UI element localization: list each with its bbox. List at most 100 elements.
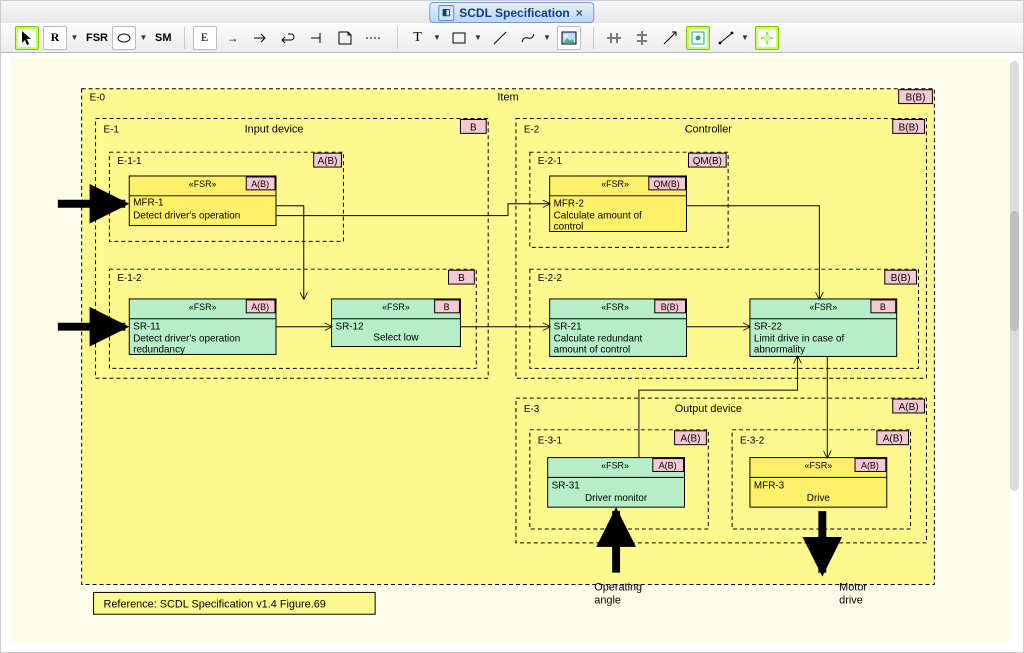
diagram-svg: E-0 Item B(B) E-1 Input device B E-1-1 A… bbox=[11, 57, 1009, 642]
text-tool[interactable]: T bbox=[406, 26, 430, 50]
container-e1-badge: B bbox=[460, 119, 486, 133]
svg-text:SR-31: SR-31 bbox=[552, 480, 581, 491]
container-e22-id: E-2-2 bbox=[538, 273, 563, 284]
block-sr31[interactable]: A(B) «FSR» SR-31 Driver monitor bbox=[548, 458, 685, 508]
layout-toggle[interactable] bbox=[755, 26, 779, 50]
scrollbar[interactable] bbox=[1010, 61, 1019, 491]
svg-text:«FSR»: «FSR» bbox=[601, 179, 629, 189]
container-e0-badge: B(B) bbox=[899, 90, 933, 104]
svg-text:B: B bbox=[444, 302, 450, 312]
svg-text:A(B): A(B) bbox=[659, 460, 677, 470]
container-e1-id: E-1 bbox=[103, 124, 119, 135]
svg-text:«FSR»: «FSR» bbox=[189, 302, 217, 312]
svg-text:QM(B): QM(B) bbox=[693, 156, 722, 167]
svg-text:MFR-3: MFR-3 bbox=[754, 480, 785, 491]
svg-text:B(B): B(B) bbox=[661, 302, 679, 312]
svg-text:A(B): A(B) bbox=[681, 434, 701, 445]
rect-tool[interactable] bbox=[447, 26, 471, 50]
diagram-icon: ◧ bbox=[438, 5, 454, 21]
requirement-tool[interactable]: R bbox=[43, 26, 67, 50]
sm-label: SM bbox=[155, 32, 172, 44]
svg-text:B: B bbox=[880, 302, 886, 312]
state-tool[interactable] bbox=[112, 26, 136, 50]
container-e3-badge: A(B) bbox=[893, 399, 925, 413]
svg-text:MFR-1: MFR-1 bbox=[133, 198, 164, 209]
svg-text:«FSR»: «FSR» bbox=[189, 179, 217, 189]
block-sr12[interactable]: B «FSR» SR-12 Select low bbox=[332, 299, 461, 347]
svg-text:A(B): A(B) bbox=[251, 179, 269, 189]
align-h-tool[interactable] bbox=[602, 26, 626, 50]
container-e12-id: E-1-2 bbox=[117, 273, 142, 284]
dropdown-icon[interactable]: ▼ bbox=[138, 33, 149, 42]
container-e31-badge: A(B) bbox=[675, 431, 707, 445]
svg-text:Reference: SCDL Specification: Reference: SCDL Specification v1.4 Figur… bbox=[103, 598, 325, 610]
svg-text:A(B): A(B) bbox=[861, 460, 879, 470]
bar-left-tool[interactable] bbox=[305, 26, 329, 50]
svg-text:A(B): A(B) bbox=[883, 434, 903, 445]
dropdown-icon[interactable]: ▼ bbox=[69, 33, 80, 42]
container-e11-badge: A(B) bbox=[314, 153, 342, 167]
svg-text:MFR-2: MFR-2 bbox=[554, 199, 585, 210]
container-e0-id: E-0 bbox=[90, 93, 106, 104]
align-v-tool[interactable] bbox=[630, 26, 654, 50]
svg-text:B(B): B(B) bbox=[899, 122, 919, 133]
svg-text:A(B): A(B) bbox=[251, 302, 269, 312]
svg-text:SR-12: SR-12 bbox=[335, 322, 364, 333]
svg-text:B: B bbox=[458, 273, 465, 284]
svg-text:B(B): B(B) bbox=[891, 273, 911, 284]
container-e2-id: E-2 bbox=[524, 124, 540, 135]
line-tool[interactable] bbox=[488, 26, 512, 50]
dropdown-icon[interactable]: ▼ bbox=[542, 33, 553, 42]
dropdown-icon[interactable]: ▼ bbox=[740, 33, 751, 42]
pointer-tool[interactable] bbox=[15, 26, 39, 50]
diagram-canvas[interactable]: E-0 Item B(B) E-1 Input device B E-1-1 A… bbox=[11, 57, 1009, 642]
svg-text:Select low: Select low bbox=[373, 333, 419, 344]
label-operating-angle-1: Operating bbox=[594, 581, 642, 593]
svg-text:redundancy: redundancy bbox=[133, 344, 185, 355]
svg-text:«FSR»: «FSR» bbox=[601, 302, 629, 312]
container-e2-badge: B(B) bbox=[893, 119, 925, 133]
svg-text:control: control bbox=[554, 222, 584, 233]
element-tool[interactable]: E bbox=[193, 26, 217, 50]
svg-text:Driver monitor: Driver monitor bbox=[585, 493, 648, 504]
svg-text:«FSR»: «FSR» bbox=[804, 460, 832, 470]
block-sr22[interactable]: B «FSR» SR-22 Limit drive in case of abn… bbox=[750, 299, 897, 357]
connector-style-tool[interactable] bbox=[714, 26, 738, 50]
close-icon[interactable]: × bbox=[576, 6, 588, 18]
svg-text:«FSR»: «FSR» bbox=[382, 302, 410, 312]
curve-tool[interactable] bbox=[516, 26, 540, 50]
toolbar: R ▼ FSR ▼ SM E → T ▼ ▼ bbox=[1, 23, 1023, 53]
dotted-line-tool[interactable] bbox=[361, 26, 385, 50]
tab-title: SCDL Specification bbox=[459, 6, 569, 20]
svg-text:Detect driver's operation: Detect driver's operation bbox=[133, 211, 240, 222]
return-arrow-tool[interactable] bbox=[277, 26, 301, 50]
svg-text:Detect driver's operation: Detect driver's operation bbox=[133, 334, 240, 345]
label-motor-drive-1: Motor bbox=[839, 581, 867, 593]
svg-text:Drive: Drive bbox=[807, 493, 831, 504]
tab-scdl-spec[interactable]: ◧ SCDL Specification × bbox=[429, 2, 594, 23]
arrow-tool[interactable]: → bbox=[221, 26, 245, 50]
container-e31-id: E-3-1 bbox=[538, 436, 563, 447]
app-frame: ◧ SCDL Specification × R ▼ FSR ▼ SM E → bbox=[0, 0, 1024, 653]
block-sr21[interactable]: B(B) «FSR» SR-21 Calculate redundant amo… bbox=[550, 299, 687, 357]
container-e21-badge: QM(B) bbox=[688, 153, 726, 167]
dropdown-icon[interactable]: ▼ bbox=[432, 33, 443, 42]
note-tool[interactable] bbox=[333, 26, 357, 50]
container-e32-id: E-3-2 bbox=[740, 436, 765, 447]
block-mfr2[interactable]: QM(B) «FSR» MFR-2 Calculate amount of co… bbox=[550, 176, 687, 233]
image-tool[interactable] bbox=[557, 26, 581, 50]
block-mfr3[interactable]: A(B) «FSR» MFR-3 Drive bbox=[750, 458, 887, 508]
snap-tool[interactable] bbox=[658, 26, 682, 50]
dropdown-icon[interactable]: ▼ bbox=[473, 33, 484, 42]
container-e3-id: E-3 bbox=[524, 404, 540, 415]
scroll-thumb[interactable] bbox=[1010, 211, 1019, 331]
svg-text:abnormality: abnormality bbox=[754, 344, 805, 355]
toolbar-separator bbox=[397, 27, 398, 49]
block-mfr1[interactable]: A(B) «FSR» MFR-1 Detect driver's operati… bbox=[129, 176, 276, 226]
svg-text:SR-11: SR-11 bbox=[133, 322, 161, 333]
block-sr11[interactable]: A(B) «FSR» SR-11 Detect driver's operati… bbox=[129, 299, 276, 356]
grid-toggle[interactable] bbox=[686, 26, 710, 50]
svg-text:amount of control: amount of control bbox=[554, 344, 631, 355]
open-arrow-tool[interactable] bbox=[249, 26, 273, 50]
svg-text:A(B): A(B) bbox=[899, 402, 919, 413]
